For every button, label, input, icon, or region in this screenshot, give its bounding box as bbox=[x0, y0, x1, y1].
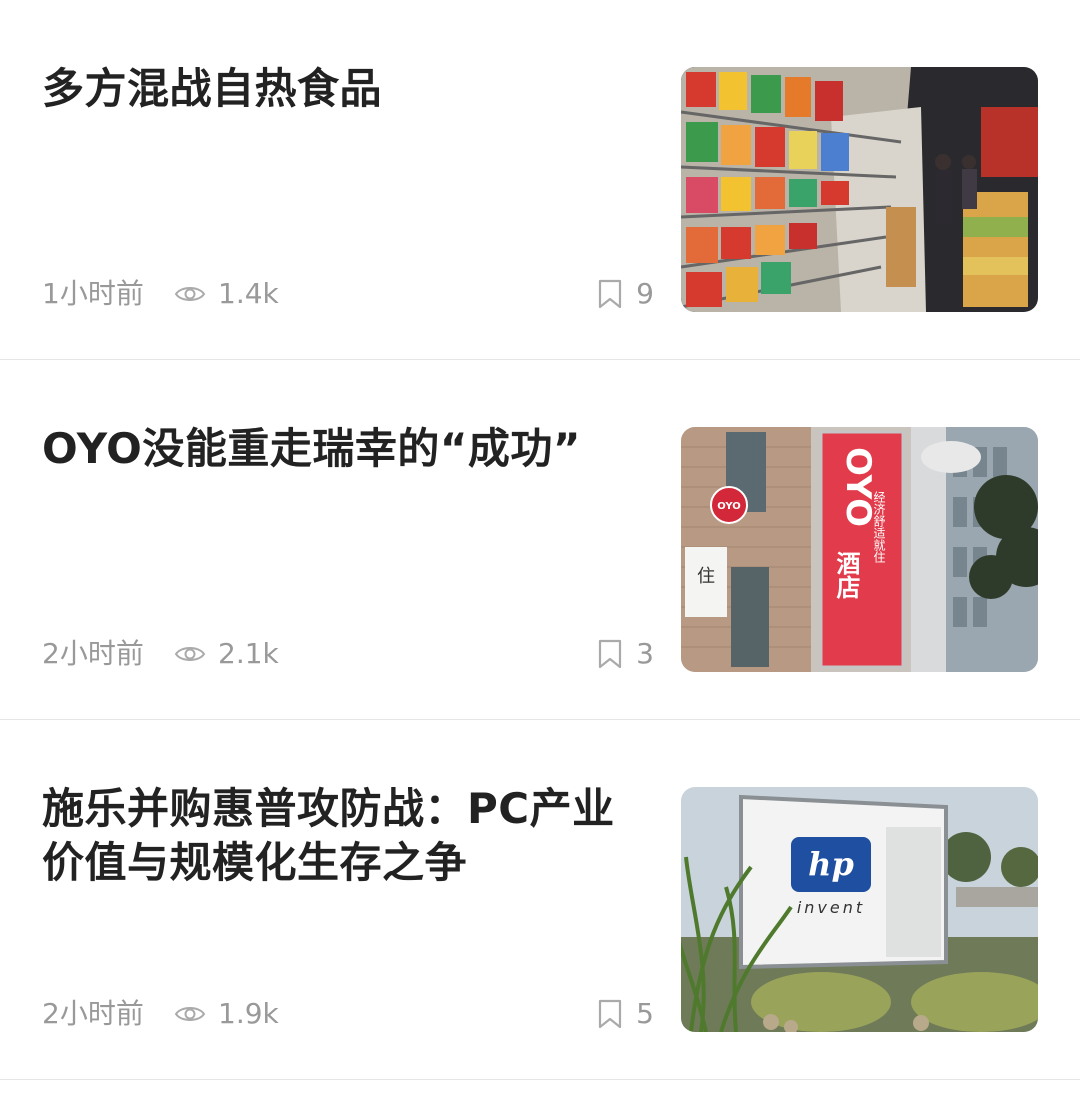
bookmark-count: 5 bbox=[636, 997, 654, 1030]
hp-logo-text: hp bbox=[808, 845, 854, 883]
article-thumbnail[interactable] bbox=[681, 67, 1038, 312]
oyo-sign-main: 酒店 bbox=[832, 551, 860, 600]
article-card[interactable]: OYO没能重走瑞幸的“成功” 2小时前 2.1k 3 住 OYO OYO 酒店 … bbox=[0, 360, 1080, 720]
view-count: 2.1k bbox=[174, 634, 279, 674]
hp-sign-image: hp invent bbox=[681, 787, 1038, 1032]
bookmark-button[interactable]: 3 bbox=[598, 634, 654, 674]
article-meta: 2小时前 2.1k 3 bbox=[42, 634, 654, 674]
view-count: 1.9k bbox=[174, 994, 279, 1034]
eye-icon bbox=[174, 1007, 206, 1021]
view-count-value: 1.9k bbox=[218, 997, 279, 1030]
view-count-value: 1.4k bbox=[218, 277, 279, 310]
eye-icon bbox=[174, 287, 206, 301]
view-count: 1.4k bbox=[174, 274, 279, 314]
bookmark-icon bbox=[599, 639, 622, 669]
eye-icon bbox=[174, 647, 206, 661]
article-meta: 2小时前 1.9k 5 bbox=[42, 994, 654, 1034]
article-thumbnail[interactable]: 住 OYO OYO 酒店 经济舒适就住 bbox=[681, 427, 1038, 672]
bookmark-button[interactable]: 9 bbox=[598, 274, 654, 314]
bookmark-count: 9 bbox=[636, 277, 654, 310]
article-meta: 1小时前 1.4k 9 bbox=[42, 274, 654, 314]
publish-time: 2小时前 bbox=[42, 637, 144, 670]
bookmark-icon bbox=[599, 279, 622, 309]
article-title[interactable]: 多方混战自热食品 bbox=[42, 62, 642, 116]
view-count-value: 2.1k bbox=[218, 637, 279, 670]
article-title[interactable]: 施乐并购惠普攻防战：PC产业价值与规模化生存之争 bbox=[42, 782, 642, 890]
hp-slogan-text: invent bbox=[797, 898, 865, 917]
small-oyo-badge: OYO bbox=[717, 501, 741, 512]
bookmark-button[interactable]: 5 bbox=[598, 994, 654, 1034]
article-card[interactable]: 多方混战自热食品 1小时前 1.4k 9 bbox=[0, 0, 1080, 360]
bookmark-icon bbox=[599, 999, 622, 1029]
supermarket-aisle-image bbox=[681, 67, 1038, 312]
publish-time: 2小时前 bbox=[42, 997, 144, 1030]
news-feed: 多方混战自热食品 1小时前 1.4k 9 OYO没能重走瑞幸的“成功” 2小时前… bbox=[0, 0, 1080, 1080]
oyo-sign-tagline: 经济舒适就住 bbox=[872, 491, 886, 563]
oyo-hotel-image: 住 OYO OYO 酒店 经济舒适就住 bbox=[681, 427, 1038, 672]
article-title[interactable]: OYO没能重走瑞幸的“成功” bbox=[42, 422, 642, 476]
article-card[interactable]: 施乐并购惠普攻防战：PC产业价值与规模化生存之争 2小时前 1.9k 5 hp … bbox=[0, 720, 1080, 1080]
article-thumbnail[interactable]: hp invent bbox=[681, 787, 1038, 1032]
bookmark-count: 3 bbox=[636, 637, 654, 670]
svg-text:住: 住 bbox=[697, 566, 715, 587]
publish-time: 1小时前 bbox=[42, 277, 144, 310]
